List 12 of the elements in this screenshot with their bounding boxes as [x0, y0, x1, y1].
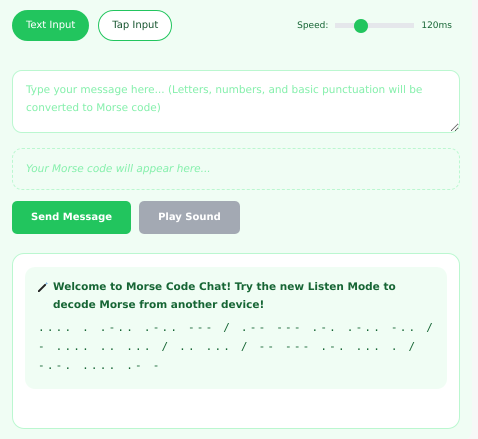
message-text: Welcome to Morse Code Chat! Try the new Listen Mode to decode Morse from another device!: [53, 280, 397, 313]
slider-thumb[interactable]: [354, 18, 368, 32]
mode-tab[interactable]: Tap Input: [98, 10, 172, 41]
message-input[interactable]: Type your message here... (Letters, numbers, and basic punctuation will be converted to Morse code): [12, 70, 460, 133]
wand-icon: [38, 281, 49, 292]
speed-label: Speed:: [297, 20, 328, 30]
morse-text: .... . .-.. .-.. --- / .-- --- .-. .-.. -.. / - .... .. ... / .. ... / -- --- .-. ... . / -.-. .... .- -: [38, 320, 435, 374]
action-button[interactable]: Send Message: [12, 201, 132, 234]
output-placeholder: Your Morse code will appear here...: [26, 163, 211, 175]
mode-tab[interactable]: Text Input: [12, 10, 90, 41]
speed-reading: 120ms: [421, 20, 452, 30]
morse-output-field[interactable]: Your Morse code will appear here...: [12, 148, 460, 190]
